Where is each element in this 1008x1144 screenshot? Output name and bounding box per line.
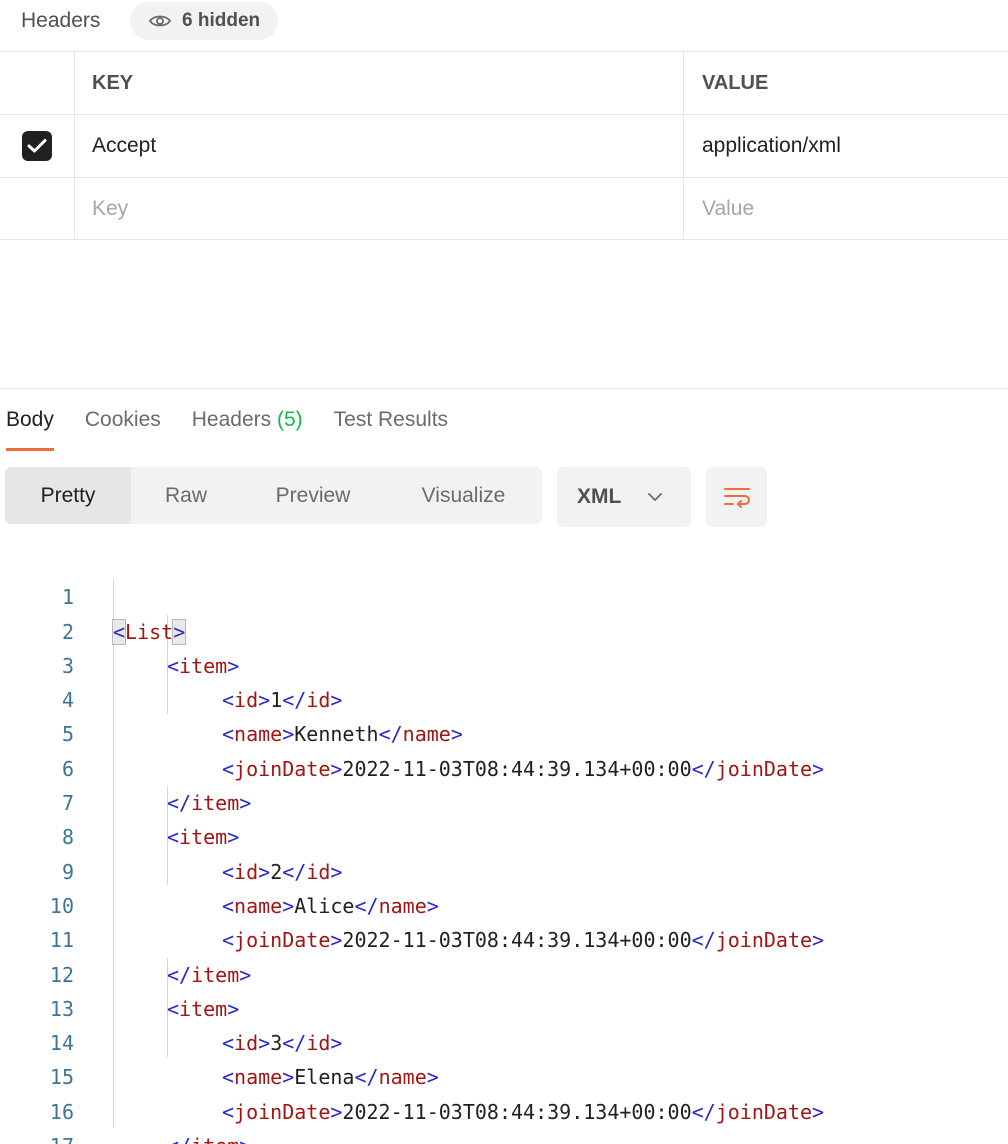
view-mode-segmented-control: Pretty Raw Preview Visualize: [5, 467, 542, 524]
code-line: 17 </List>: [0, 1095, 1008, 1144]
code-line: 3 <id>1</id>: [61, 653, 343, 713]
wrap-lines-icon: [723, 488, 750, 508]
view-pretty-button[interactable]: Pretty: [5, 467, 131, 524]
view-preview-button[interactable]: Preview: [241, 467, 385, 524]
code-line: 14 <name>Elena</name>: [49, 1031, 439, 1090]
code-line: 12 <item>: [49, 962, 240, 1021]
view-raw-button[interactable]: Raw: [131, 467, 241, 524]
format-select-value: XML: [577, 485, 622, 508]
table-row-new: Key Value: [0, 177, 1008, 240]
headers-table-header: KEY VALUE: [0, 51, 1008, 114]
response-body-code[interactable]: 1 <List> 2 <item> 3 <id>1</id> 4 <name>K…: [0, 546, 1008, 1144]
column-header-value: VALUE: [702, 71, 769, 94]
code-line: 4 <name>Kenneth</name>: [61, 688, 463, 747]
hidden-headers-toggle[interactable]: 6 hidden: [130, 2, 279, 40]
tab-body[interactable]: Body: [6, 404, 54, 451]
header-enabled-checkbox[interactable]: [22, 131, 52, 161]
code-line: 11 </item>: [49, 928, 252, 987]
table-row: Accept application/xml: [0, 114, 1008, 177]
view-visualize-button[interactable]: Visualize: [385, 467, 542, 524]
code-line: 2 <item>: [61, 619, 240, 678]
code-line: 5 <joinDate>2022-11-03T08:44:39.134+00:0…: [61, 722, 825, 781]
wrap-lines-button[interactable]: [706, 467, 767, 527]
code-line: 7 <item>: [61, 791, 240, 850]
column-header-key: KEY: [75, 52, 684, 114]
chevron-down-icon: [648, 493, 663, 501]
code-line: 16 </item>: [49, 1099, 251, 1144]
checkmark-icon: [27, 139, 47, 153]
new-value-input[interactable]: Value: [684, 178, 1008, 239]
header-checkbox-column: [0, 52, 75, 114]
request-headers-bar: Headers 6 hidden: [0, 0, 1008, 50]
response-divider: [0, 388, 1008, 389]
format-select[interactable]: XML: [557, 467, 691, 527]
code-line: 10 <joinDate>2022-11-03T08:44:39.134+00:…: [49, 893, 825, 953]
new-key-input[interactable]: Key: [75, 178, 684, 239]
code-line: 6 </item>: [61, 756, 252, 816]
headers-table: KEY VALUE Accept application/xml Key Val…: [0, 51, 1008, 240]
response-tabs: Body Cookies Headers (5) Test Results: [0, 404, 479, 452]
header-value-cell[interactable]: application/xml: [684, 115, 1008, 177]
code-line: 9 <name>Alice</name>: [61, 859, 439, 918]
code-line: 8 <id>2</id>: [61, 825, 343, 884]
code-line: 1 <List>: [0, 546, 1008, 645]
hidden-headers-label: 6 hidden: [182, 10, 261, 31]
headers-count-badge: (5): [276, 408, 303, 431]
tab-test-results[interactable]: Test Results: [334, 404, 448, 451]
tab-cookies[interactable]: Cookies: [85, 404, 161, 451]
tab-headers[interactable]: Headers (5): [192, 404, 303, 451]
eye-icon: [148, 15, 172, 27]
tab-headers-label: Headers: [191, 408, 272, 431]
request-headers-title: Headers: [21, 9, 101, 32]
code-line: 13 <id>3</id>: [49, 996, 343, 1056]
header-key-cell[interactable]: Accept: [75, 115, 684, 177]
code-line: 15 <joinDate>2022-11-03T08:44:39.134+00:…: [49, 1065, 825, 1124]
